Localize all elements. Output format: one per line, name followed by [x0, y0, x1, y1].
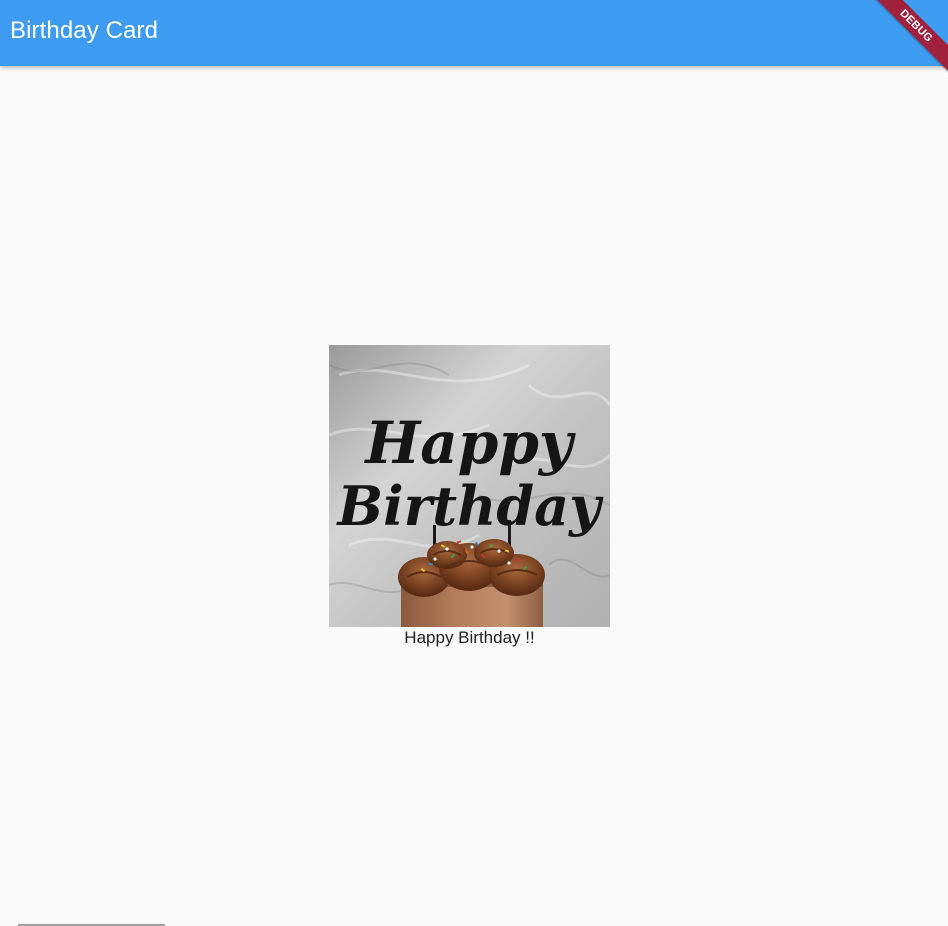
main-content: Happy Birthday Happy Birthday !! — [0, 66, 948, 926]
topper-text-happy: Happy — [363, 409, 576, 477]
birthday-card: Happy Birthday Happy Birthday !! — [329, 345, 610, 649]
app-bar: Birthday Card — [0, 0, 948, 66]
birthday-cake-image: Happy Birthday — [329, 345, 610, 627]
topper-text-birthday: Birthday — [336, 474, 605, 538]
app-bar-title: Birthday Card — [10, 17, 159, 44]
app-window: Birthday Card DEBUG Happy Birthday Happy… — [0, 0, 948, 926]
debug-banner: DEBUG — [858, 0, 948, 90]
card-caption: Happy Birthday !! — [404, 628, 535, 647]
debug-ribbon-label: DEBUG — [867, 0, 948, 75]
